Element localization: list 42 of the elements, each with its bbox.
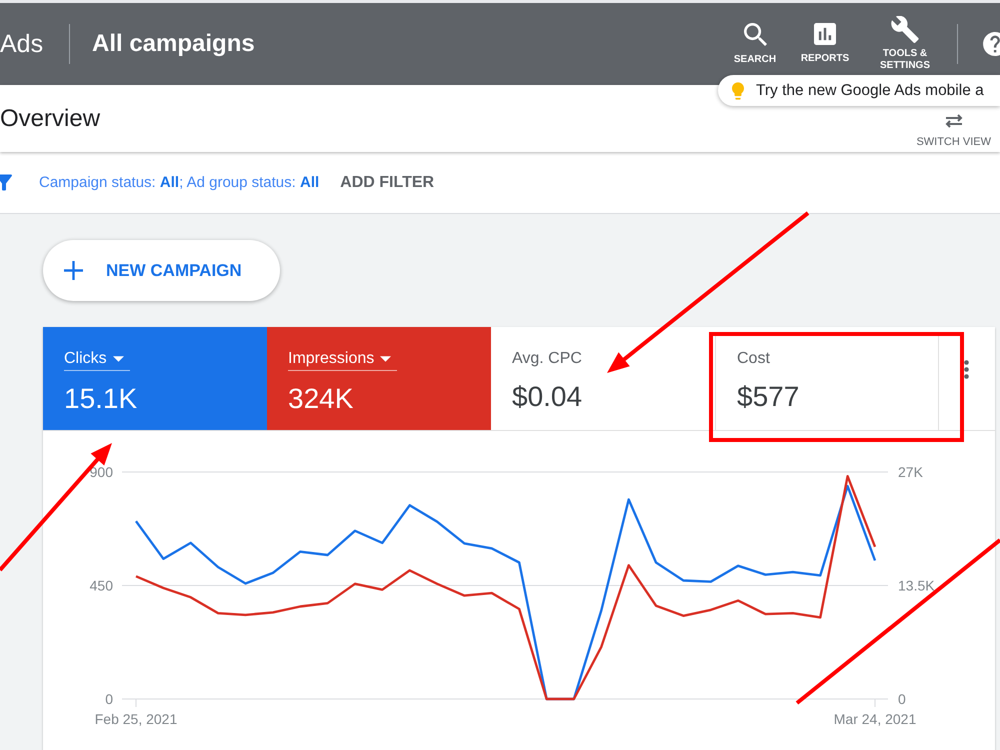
metric-dropdown[interactable]: Impressions bbox=[288, 349, 398, 371]
metric-value: 15.1K bbox=[64, 382, 138, 416]
search-button[interactable]: SEARCH bbox=[720, 22, 790, 66]
axis-label: Mar 24, 2021 bbox=[834, 711, 916, 727]
caret-icon bbox=[112, 356, 124, 362]
axis-label: 13.5K bbox=[898, 578, 935, 594]
axis-label: 450 bbox=[90, 578, 113, 594]
axis-label: Feb 25, 2021 bbox=[94, 711, 178, 727]
metric-label: Cost bbox=[737, 349, 770, 369]
wrench-icon bbox=[891, 16, 919, 43]
metric-dropdown[interactable]: Clicks bbox=[64, 349, 130, 371]
metric-value: $0.04 bbox=[512, 380, 582, 414]
logo-text[interactable]: Ads bbox=[0, 29, 44, 59]
section-title: Overview bbox=[0, 104, 100, 134]
tooltip-text: Try the new Google Ads mobile a bbox=[756, 82, 984, 100]
help-icon[interactable] bbox=[983, 32, 1000, 56]
axis-label: 0 bbox=[898, 691, 906, 707]
metric-value: $577 bbox=[737, 380, 800, 414]
bar-chart-icon bbox=[814, 23, 836, 45]
plus-icon bbox=[64, 261, 83, 280]
filter-link[interactable]: Campaign status: All; Ad group status: All bbox=[39, 174, 320, 191]
swap-arrows-icon bbox=[944, 114, 964, 128]
caret-icon bbox=[380, 356, 392, 362]
metric-tile[interactable]: Impressions 324K bbox=[267, 327, 491, 430]
filter-icon[interactable] bbox=[0, 174, 12, 191]
axis-label: 900 bbox=[90, 464, 113, 480]
tools-button[interactable]: TOOLS & SETTINGS bbox=[860, 16, 950, 72]
add-filter-button[interactable]: ADD FILTER bbox=[340, 174, 434, 192]
metric-tile[interactable]: Avg. CPC $0.04 bbox=[491, 327, 715, 430]
reports-button[interactable]: REPORTS bbox=[790, 23, 860, 65]
switch-view-button[interactable]: SWITCH VIEW bbox=[916, 114, 991, 148]
metric-value: 324K bbox=[288, 382, 354, 416]
search-icon bbox=[744, 22, 766, 46]
tooltip-bubble[interactable]: Try the new Google Ads mobile a bbox=[718, 75, 1000, 106]
more-options-icon[interactable] bbox=[964, 360, 969, 379]
new-campaign-button[interactable]: NEW CAMPAIGN bbox=[43, 240, 280, 301]
page-title: All campaigns bbox=[92, 29, 255, 59]
lightbulb-icon bbox=[732, 82, 744, 100]
metric-tile[interactable]: Clicks 15.1K bbox=[43, 327, 267, 430]
axis-label: 0 bbox=[105, 691, 113, 707]
axis-label: 27K bbox=[898, 464, 923, 480]
metric-label: Avg. CPC bbox=[512, 349, 582, 369]
